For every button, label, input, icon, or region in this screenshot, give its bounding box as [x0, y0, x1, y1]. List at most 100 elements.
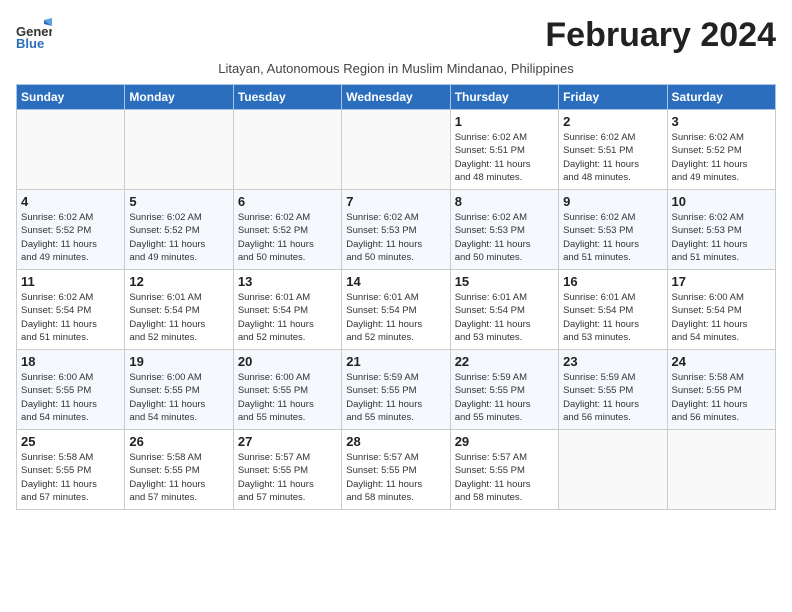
calendar-cell: 16 Sunrise: 6:01 AM Sunset: 5:54 PM Dayli…: [559, 270, 667, 350]
day-info: Sunrise: 6:02 AM Sunset: 5:51 PM Dayligh…: [455, 131, 554, 184]
calendar-table: SundayMondayTuesdayWednesdayThursdayFrid…: [16, 84, 776, 510]
month-title: February 2024: [545, 16, 776, 55]
calendar-cell: 15 Sunrise: 6:01 AM Sunset: 5:54 PM Dayli…: [450, 270, 558, 350]
calendar-cell: 10 Sunrise: 6:02 AM Sunset: 5:53 PM Dayli…: [667, 190, 775, 270]
day-number: 3: [672, 114, 771, 129]
calendar-body: 1 Sunrise: 6:02 AM Sunset: 5:51 PM Daylig…: [17, 110, 776, 510]
day-header-saturday: Saturday: [667, 85, 775, 110]
day-number: 10: [672, 194, 771, 209]
calendar-week-4: 18Sunrise: 6:00 AM Sunset: 5:55 PM Dayli…: [17, 350, 776, 430]
day-info: Sunrise: 5:57 AM Sunset: 5:55 PM Dayligh…: [346, 451, 445, 504]
day-info: Sunrise: 6:02 AM Sunset: 5:52 PM Dayligh…: [21, 211, 120, 264]
day-number: 22: [455, 354, 554, 369]
calendar-header-row: SundayMondayTuesdayWednesdayThursdayFrid…: [17, 85, 776, 110]
calendar-cell: 27 Sunrise: 5:57 AM Sunset: 5:55 PM Dayli…: [233, 430, 341, 510]
calendar-cell: 6Sunrise: 6:02 AM Sunset: 5:52 PM Daylig…: [233, 190, 341, 270]
calendar-cell: 3 Sunrise: 6:02 AM Sunset: 5:52 PM Daylig…: [667, 110, 775, 190]
day-number: 7: [346, 194, 445, 209]
day-info: Sunrise: 5:59 AM Sunset: 5:55 PM Dayligh…: [346, 371, 445, 424]
calendar-cell: 14 Sunrise: 6:01 AM Sunset: 5:54 PM Dayli…: [342, 270, 450, 350]
day-number: 26: [129, 434, 228, 449]
day-number: 18: [21, 354, 120, 369]
day-info: Sunrise: 6:01 AM Sunset: 5:54 PM Dayligh…: [238, 291, 337, 344]
day-number: 11: [21, 274, 120, 289]
day-header-sunday: Sunday: [17, 85, 125, 110]
calendar-cell: 9 Sunrise: 6:02 AM Sunset: 5:53 PM Daylig…: [559, 190, 667, 270]
day-header-friday: Friday: [559, 85, 667, 110]
calendar-cell: 2Sunrise: 6:02 AM Sunset: 5:51 PM Daylig…: [559, 110, 667, 190]
day-info: Sunrise: 6:02 AM Sunset: 5:53 PM Dayligh…: [346, 211, 445, 264]
day-info: Sunrise: 6:01 AM Sunset: 5:54 PM Dayligh…: [563, 291, 662, 344]
day-number: 29: [455, 434, 554, 449]
day-info: Sunrise: 6:02 AM Sunset: 5:53 PM Dayligh…: [455, 211, 554, 264]
day-number: 24: [672, 354, 771, 369]
day-info: Sunrise: 6:02 AM Sunset: 5:54 PM Dayligh…: [21, 291, 120, 344]
calendar-cell: 5 Sunrise: 6:02 AM Sunset: 5:52 PM Daylig…: [125, 190, 233, 270]
logo-icon: General Blue: [16, 16, 52, 57]
day-info: Sunrise: 5:57 AM Sunset: 5:55 PM Dayligh…: [455, 451, 554, 504]
day-number: 13: [238, 274, 337, 289]
day-number: 25: [21, 434, 120, 449]
day-info: Sunrise: 5:59 AM Sunset: 5:55 PM Dayligh…: [455, 371, 554, 424]
day-info: Sunrise: 6:02 AM Sunset: 5:52 PM Dayligh…: [672, 131, 771, 184]
calendar-cell: 19Sunrise: 6:00 AM Sunset: 5:55 PM Dayli…: [125, 350, 233, 430]
day-number: 15: [455, 274, 554, 289]
calendar-cell: 18Sunrise: 6:00 AM Sunset: 5:55 PM Dayli…: [17, 350, 125, 430]
day-number: 23: [563, 354, 662, 369]
page-header: General Blue February 2024: [16, 16, 776, 57]
day-number: 14: [346, 274, 445, 289]
calendar-cell: 13 Sunrise: 6:01 AM Sunset: 5:54 PM Dayli…: [233, 270, 341, 350]
calendar-cell: 24 Sunrise: 5:58 AM Sunset: 5:55 PM Dayli…: [667, 350, 775, 430]
day-info: Sunrise: 5:58 AM Sunset: 5:55 PM Dayligh…: [129, 451, 228, 504]
day-info: Sunrise: 6:02 AM Sunset: 5:53 PM Dayligh…: [563, 211, 662, 264]
calendar-cell: 25Sunrise: 5:58 AM Sunset: 5:55 PM Dayli…: [17, 430, 125, 510]
day-info: Sunrise: 6:01 AM Sunset: 5:54 PM Dayligh…: [455, 291, 554, 344]
day-number: 16: [563, 274, 662, 289]
calendar-week-5: 25 Sunrise: 5:58 AM Sunset: 5:55 PM Dayli…: [17, 430, 776, 510]
day-header-tuesday: Tuesday: [233, 85, 341, 110]
calendar-cell: [342, 110, 450, 190]
day-number: 1: [455, 114, 554, 129]
calendar-week-2: 4 Sunrise: 6:02 AM Sunset: 5:52 PM Daylig…: [17, 190, 776, 270]
day-number: 17: [672, 274, 771, 289]
day-info: Sunrise: 5:58 AM Sunset: 5:55 PM Dayligh…: [672, 371, 771, 424]
calendar-week-1: 1 Sunrise: 6:02 AM Sunset: 5:51 PM Daylig…: [17, 110, 776, 190]
calendar-cell: [233, 110, 341, 190]
calendar-cell: 26 Sunrise: 5:58 AM Sunset: 5:55 PM Dayli…: [125, 430, 233, 510]
day-number: 9: [563, 194, 662, 209]
day-number: 12: [129, 274, 228, 289]
day-header-wednesday: Wednesday: [342, 85, 450, 110]
calendar-cell: 28Sunrise: 5:57 AM Sunset: 5:55 PM Dayli…: [342, 430, 450, 510]
calendar-cell: 1 Sunrise: 6:02 AM Sunset: 5:51 PM Daylig…: [450, 110, 558, 190]
day-number: 5: [129, 194, 228, 209]
calendar-cell: 20Sunrise: 6:00 AM Sunset: 5:55 PM Dayli…: [233, 350, 341, 430]
day-header-thursday: Thursday: [450, 85, 558, 110]
day-number: 6: [238, 194, 337, 209]
svg-text:Blue: Blue: [16, 36, 44, 51]
logo: General Blue: [16, 16, 52, 57]
day-info: Sunrise: 6:02 AM Sunset: 5:51 PM Dayligh…: [563, 131, 662, 184]
day-header-monday: Monday: [125, 85, 233, 110]
calendar-cell: 12 Sunrise: 6:01 AM Sunset: 5:54 PM Dayli…: [125, 270, 233, 350]
calendar-cell: 17 Sunrise: 6:00 AM Sunset: 5:54 PM Dayli…: [667, 270, 775, 350]
subtitle: Litayan, Autonomous Region in Muslim Min…: [16, 61, 776, 76]
calendar-cell: [559, 430, 667, 510]
day-number: 21: [346, 354, 445, 369]
calendar-cell: 11 Sunrise: 6:02 AM Sunset: 5:54 PM Dayli…: [17, 270, 125, 350]
day-info: Sunrise: 6:00 AM Sunset: 5:54 PM Dayligh…: [672, 291, 771, 344]
day-info: Sunrise: 6:02 AM Sunset: 5:52 PM Dayligh…: [129, 211, 228, 264]
day-info: Sunrise: 6:01 AM Sunset: 5:54 PM Dayligh…: [346, 291, 445, 344]
day-number: 20: [238, 354, 337, 369]
calendar-cell: [667, 430, 775, 510]
day-info: Sunrise: 5:57 AM Sunset: 5:55 PM Dayligh…: [238, 451, 337, 504]
day-number: 27: [238, 434, 337, 449]
day-number: 8: [455, 194, 554, 209]
day-number: 4: [21, 194, 120, 209]
calendar-cell: [125, 110, 233, 190]
calendar-cell: 21 Sunrise: 5:59 AM Sunset: 5:55 PM Dayli…: [342, 350, 450, 430]
calendar-cell: 23Sunrise: 5:59 AM Sunset: 5:55 PM Dayli…: [559, 350, 667, 430]
day-info: Sunrise: 6:02 AM Sunset: 5:53 PM Dayligh…: [672, 211, 771, 264]
day-number: 19: [129, 354, 228, 369]
day-info: Sunrise: 6:01 AM Sunset: 5:54 PM Dayligh…: [129, 291, 228, 344]
calendar-cell: 29 Sunrise: 5:57 AM Sunset: 5:55 PM Dayli…: [450, 430, 558, 510]
